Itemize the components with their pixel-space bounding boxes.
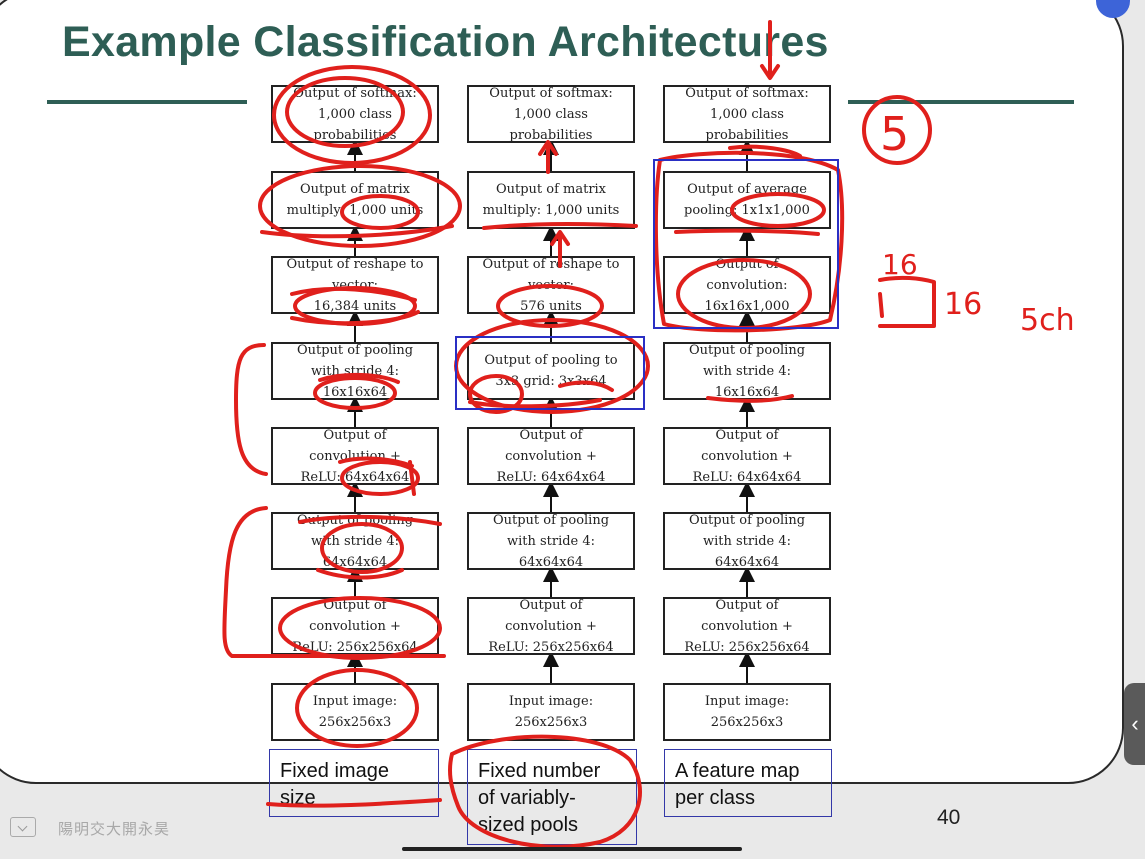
side-panel-handle[interactable]: ‹ — [1124, 683, 1145, 765]
slide: Example Classification Architectures Out… — [0, 0, 1145, 859]
layer-box: Output of softmax: 1,000 class probabili… — [467, 85, 635, 143]
layer-box: Input image: 256x256x3 — [467, 683, 635, 741]
layer-box: Output of average pooling: 1x1x1,000 — [663, 171, 831, 229]
layer-box: Output of convolution: 16x16x1,000 — [663, 256, 831, 314]
layer-box: Output of pooling with stride 4: 64x64x6… — [467, 512, 635, 570]
layer-box: Output of softmax: 1,000 class probabili… — [271, 85, 439, 143]
layer-box: Output of pooling to 3x3 grid: 3x3x64 — [467, 342, 635, 400]
layer-box: Output of softmax: 1,000 class probabili… — [663, 85, 831, 143]
layer-box: Output of matrix multiply: 1,000 units — [467, 171, 635, 229]
layer-box: Input image: 256x256x3 — [663, 683, 831, 741]
layer-box: Input image: 256x256x3 — [271, 683, 439, 741]
layer-box: Output of convolution + ReLU: 256x256x64 — [467, 597, 635, 655]
caption-variably-sized-pools: Fixed number of variably- sized pools — [467, 749, 637, 845]
page-number: 40 — [937, 806, 961, 829]
layer-box: Output of matrix multiply: 1,000 units — [271, 171, 439, 229]
caption-fixed-image-size: Fixed image size — [269, 749, 439, 817]
chevron-left-icon: ‹ — [1131, 711, 1139, 736]
watermark-text: 陽明交大開永昊 — [58, 821, 171, 838]
layer-box: Output of convolution + ReLU: 64x64x64 — [663, 427, 831, 485]
layer-box: Output of convolution + ReLU: 256x256x64 — [663, 597, 831, 655]
layer-box: Output of convolution + ReLU: 64x64x64 — [467, 427, 635, 485]
home-indicator — [402, 847, 742, 851]
layer-box: Output of reshape to vector: 576 units — [467, 256, 635, 314]
layer-box: Output of pooling with stride 4: 16x16x6… — [663, 342, 831, 400]
layer-box: Output of convolution + ReLU: 256x256x64 — [271, 597, 439, 655]
layer-box: Output of pooling with stride 4: 64x64x6… — [663, 512, 831, 570]
layer-box: Output of convolution + ReLU: 64x64x64 — [271, 427, 439, 485]
layer-box: Output of pooling with stride 4: 16x16x6… — [271, 342, 439, 400]
watermark-icon — [10, 817, 36, 837]
layer-box: Output of pooling with stride 4: 64x64x6… — [271, 512, 439, 570]
layer-box: Output of reshape to vector: 16,384 unit… — [271, 256, 439, 314]
caption-feature-map-per-class: A feature map per class — [664, 749, 832, 817]
